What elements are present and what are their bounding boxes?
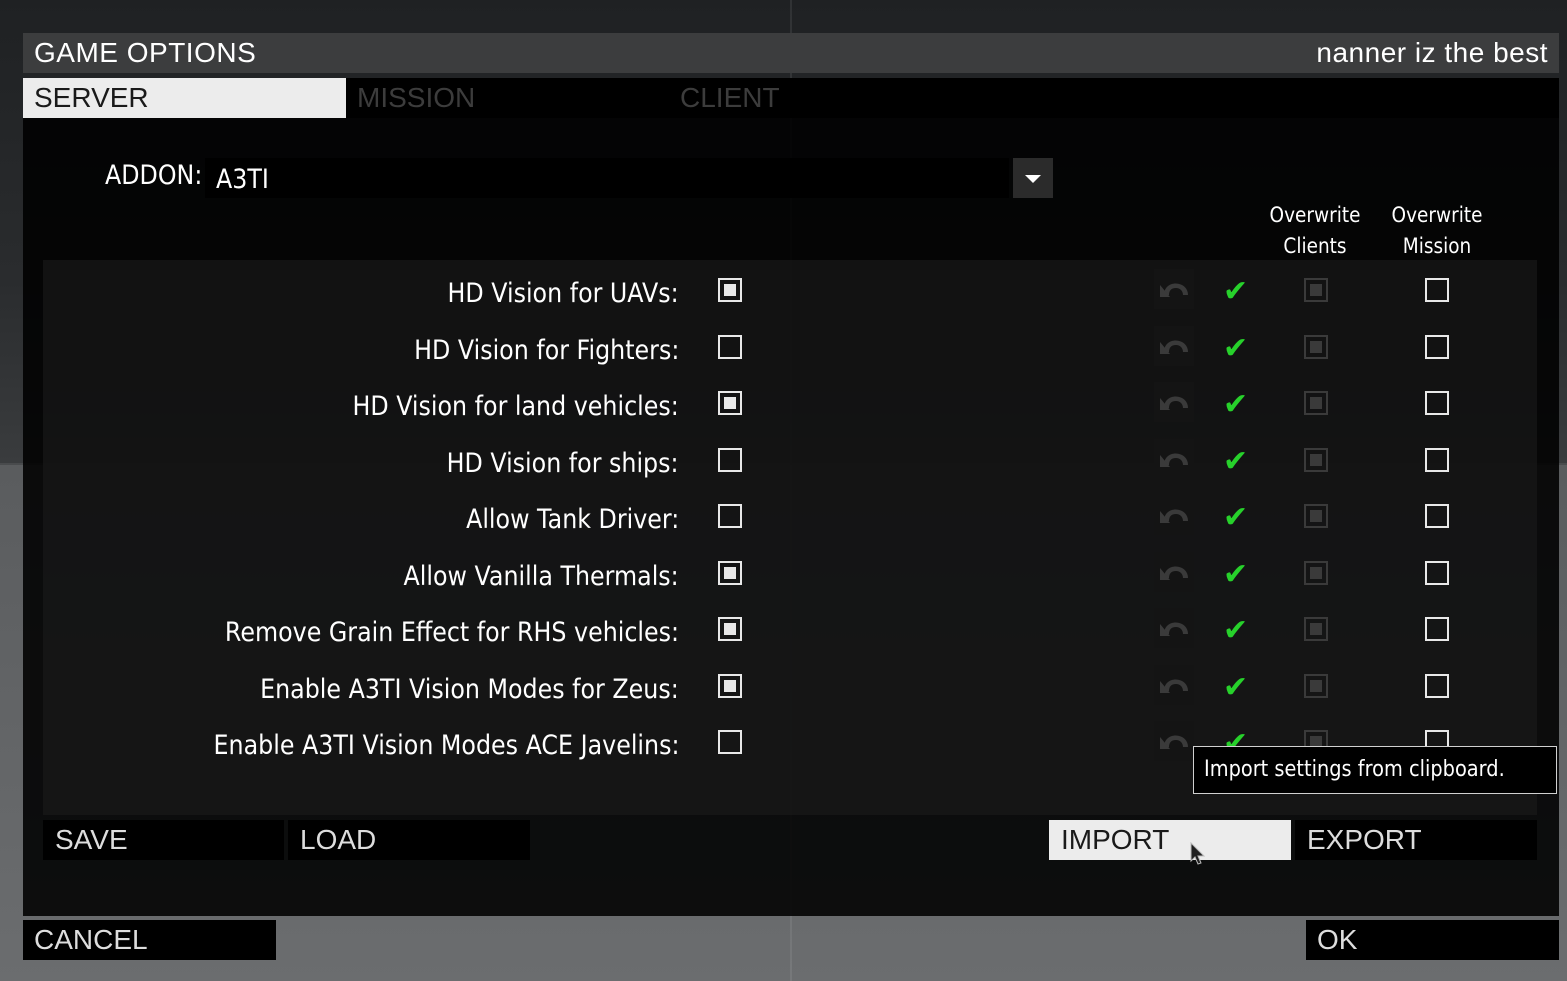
reset-button[interactable]: [1154, 269, 1194, 309]
setting-row: Allow Tank Driver: ✔: [43, 495, 1537, 552]
setting-label: Allow Vanilla Thermals:: [403, 560, 679, 592]
setting-row: HD Vision for Fighters: ✔: [43, 325, 1537, 383]
settings-list: HD Vision for UAVs: ✔ HD Vision for Fighte…: [43, 260, 1537, 815]
overwrite-mission-checkbox[interactable]: [1425, 334, 1449, 359]
import-button[interactable]: IMPORT: [1049, 820, 1291, 860]
load-button[interactable]: LOAD: [288, 820, 530, 860]
addon-label: ADDON:: [105, 160, 203, 191]
reset-icon: [1160, 339, 1188, 354]
checkmark-icon: ✔: [1223, 331, 1249, 365]
options-panel: ADDON: A3TI Overwrite Clients Overwrite …: [23, 118, 1559, 916]
overwrite-mission-checkbox[interactable]: [1425, 560, 1449, 585]
reset-icon: [1160, 678, 1188, 693]
setting-checkbox[interactable]: [718, 617, 742, 641]
tooltip-text: Import settings from clipboard.: [1204, 757, 1505, 782]
setting-label: HD Vision for Fighters:: [413, 334, 679, 366]
column-header-overwrite-clients: Overwrite Clients: [1262, 200, 1368, 262]
reset-button[interactable]: [1154, 664, 1194, 705]
overwrite-clients-checkbox: [1304, 673, 1328, 698]
overwrite-clients-checkbox: [1304, 504, 1328, 528]
setting-label: Enable A3TI Vision Modes ACE Javelins:: [213, 730, 679, 761]
setting-row: HD Vision for UAVs: ✔: [43, 269, 1537, 326]
setting-row: HD Vision for land vehicles: ✔: [43, 382, 1537, 439]
reset-button[interactable]: [1154, 495, 1194, 535]
setting-checkbox[interactable]: [718, 278, 742, 302]
reset-icon: [1160, 509, 1188, 523]
setting-checkbox[interactable]: [718, 447, 742, 472]
title-bar: GAME OPTIONS nanner iz the best: [23, 33, 1559, 73]
setting-row: Remove Grain Effect for RHS vehicles: ✔: [43, 608, 1537, 665]
ok-button[interactable]: OK: [1306, 920, 1559, 960]
checkmark-icon: ✔: [1223, 557, 1249, 591]
setting-checkbox[interactable]: [718, 730, 742, 754]
reset-icon: [1160, 452, 1188, 467]
column-header-line: Mission: [1402, 234, 1472, 258]
column-header-overwrite-mission: Overwrite Mission: [1384, 200, 1490, 262]
mouse-cursor-icon: [1190, 842, 1206, 865]
overwrite-mission-checkbox[interactable]: [1425, 278, 1449, 302]
checkmark-icon: ✔: [1223, 388, 1249, 421]
overwrite-mission-checkbox[interactable]: [1425, 673, 1449, 698]
reset-icon: [1160, 396, 1188, 410]
overwrite-clients-checkbox: [1304, 447, 1328, 472]
setting-row: HD Vision for ships: ✔: [43, 438, 1537, 496]
overwrite-mission-checkbox[interactable]: [1425, 504, 1449, 528]
overwrite-clients-checkbox: [1304, 278, 1328, 302]
setting-checkbox[interactable]: [718, 560, 742, 585]
chevron-down-icon: [1025, 175, 1041, 183]
overwrite-clients-checkbox: [1304, 391, 1328, 415]
overwrite-clients-checkbox: [1304, 560, 1328, 585]
overwrite-clients-checkbox: [1304, 334, 1328, 359]
checkmark-icon: ✔: [1223, 614, 1249, 647]
reset-icon: [1160, 283, 1188, 297]
reset-button[interactable]: [1154, 325, 1194, 366]
setting-checkbox[interactable]: [718, 391, 742, 415]
addon-select[interactable]: A3TI: [205, 158, 1009, 198]
cancel-button[interactable]: CANCEL: [23, 920, 276, 960]
checkmark-icon: ✔: [1223, 501, 1249, 534]
tab-server[interactable]: SERVER: [23, 78, 346, 118]
setting-label: Enable A3TI Vision Modes for Zeus:: [260, 673, 679, 705]
reset-icon: [1160, 565, 1188, 580]
setting-checkbox[interactable]: [718, 504, 742, 528]
user-name: nanner iz the best: [1316, 37, 1548, 68]
tab-bar: SERVER MISSION CLIENT: [23, 78, 1559, 118]
setting-label: Allow Tank Driver:: [465, 504, 679, 535]
setting-label: Remove Grain Effect for RHS vehicles:: [224, 617, 679, 648]
checkmark-icon: ✔: [1223, 444, 1249, 478]
export-button[interactable]: EXPORT: [1295, 820, 1537, 860]
overwrite-mission-checkbox[interactable]: [1425, 391, 1449, 415]
setting-row: Enable A3TI Vision Modes for Zeus: ✔: [43, 664, 1537, 722]
setting-label: HD Vision for ships:: [447, 447, 679, 479]
setting-checkbox[interactable]: [718, 673, 742, 698]
save-button[interactable]: SAVE: [43, 820, 284, 860]
addon-dropdown-button[interactable]: [1013, 158, 1053, 198]
reset-button[interactable]: [1154, 382, 1194, 422]
overwrite-mission-checkbox[interactable]: [1425, 447, 1449, 472]
import-tooltip: Import settings from clipboard.: [1193, 746, 1557, 794]
reset-icon: [1160, 622, 1188, 636]
setting-checkbox[interactable]: [718, 334, 742, 359]
setting-label: HD Vision for UAVs:: [447, 278, 679, 309]
addon-selected-value: A3TI: [216, 164, 269, 195]
overwrite-clients-checkbox: [1304, 617, 1328, 641]
overwrite-mission-checkbox[interactable]: [1425, 617, 1449, 641]
reset-button[interactable]: [1154, 438, 1194, 479]
checkmark-icon: ✔: [1223, 670, 1249, 704]
tab-client[interactable]: CLIENT: [669, 78, 992, 118]
setting-row: Allow Vanilla Thermals: ✔: [43, 551, 1537, 609]
reset-button[interactable]: [1154, 721, 1194, 761]
checkmark-icon: ✔: [1223, 275, 1249, 308]
column-header-line: Overwrite: [1391, 203, 1483, 227]
setting-label: HD Vision for land vehicles:: [352, 391, 679, 422]
dialog-title: GAME OPTIONS: [34, 37, 257, 68]
reset-button[interactable]: [1154, 608, 1194, 648]
column-header-line: Clients: [1283, 234, 1347, 258]
reset-button[interactable]: [1154, 551, 1194, 592]
tab-mission[interactable]: MISSION: [346, 78, 669, 118]
reset-icon: [1160, 735, 1188, 749]
column-header-line: Overwrite: [1269, 203, 1361, 227]
